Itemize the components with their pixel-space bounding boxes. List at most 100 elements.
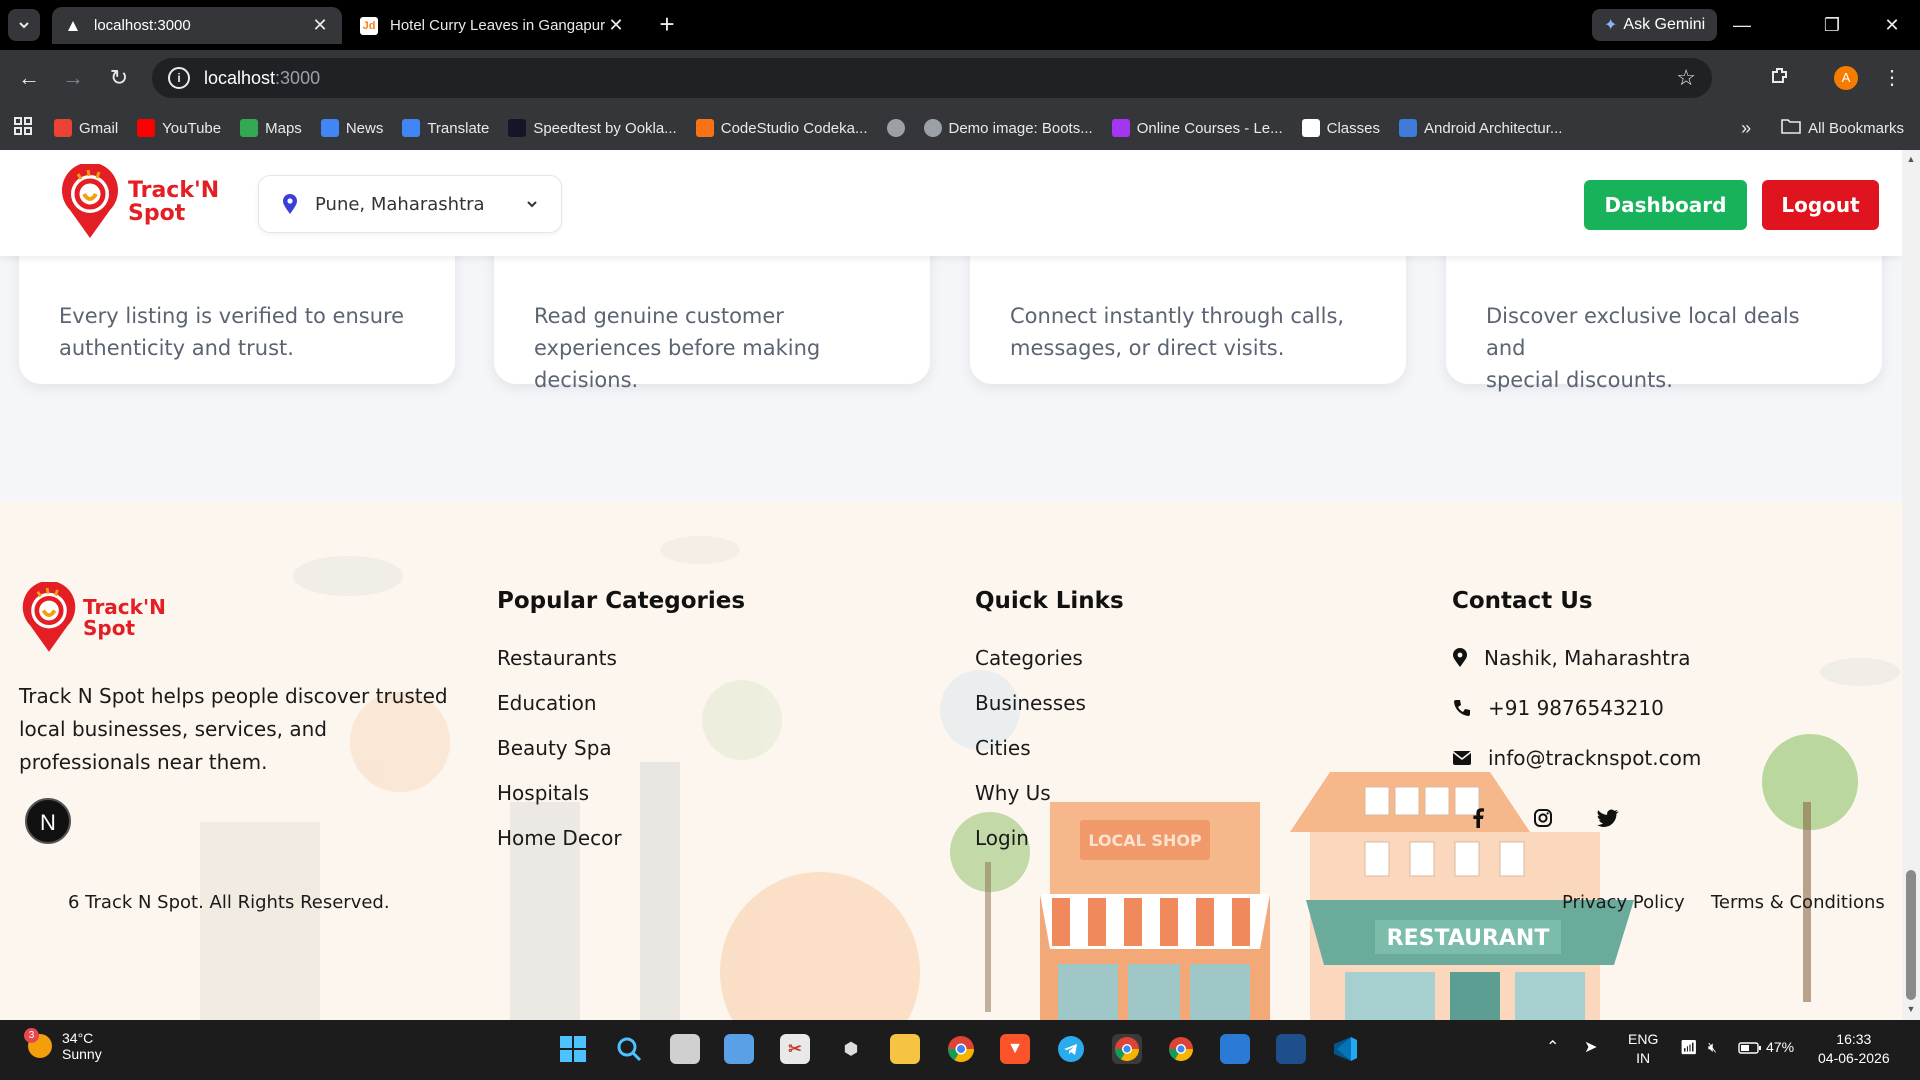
search-icon[interactable] <box>614 1034 644 1064</box>
url-host: localhost <box>204 67 276 88</box>
file-explorer-icon[interactable] <box>890 1034 920 1064</box>
bookmark-item[interactable]: News <box>320 119 383 137</box>
android-icon <box>1399 119 1417 137</box>
bookmark-item[interactable]: Online Courses - Le... <box>1111 119 1283 137</box>
chrome-icon[interactable] <box>946 1034 976 1064</box>
notepad-icon[interactable] <box>724 1034 754 1064</box>
restore-icon[interactable]: ❐ <box>1812 10 1852 40</box>
bookmark-item[interactable]: Android Architectur... <box>1399 119 1562 137</box>
category-link[interactable]: Education <box>497 691 622 736</box>
category-link[interactable]: Beauty Spa <box>497 736 622 781</box>
brave-icon[interactable]: ▼ <box>1000 1034 1030 1064</box>
page-scrollbar[interactable]: ▲ ▼ <box>1902 150 1920 1020</box>
vscode-icon[interactable] <box>1330 1034 1360 1064</box>
close-window-icon[interactable]: ✕ <box>1872 10 1912 40</box>
feature-text: messages, or direct visits. <box>1010 336 1285 360</box>
site-info-icon[interactable]: i <box>168 67 190 89</box>
next-dev-badge[interactable]: N <box>25 798 71 844</box>
category-link[interactable]: Restaurants <box>497 646 622 691</box>
location-arrow-icon[interactable]: ➤ <box>1584 1038 1597 1057</box>
url-port: :3000 <box>275 67 321 88</box>
snipping-tool-icon[interactable]: ✂ <box>780 1034 810 1064</box>
location-selector[interactable]: Pune, Maharashtra <box>258 175 562 233</box>
quick-link[interactable]: Login <box>975 826 1086 871</box>
logo-pin-icon <box>22 582 76 652</box>
category-link[interactable]: Hospitals <box>497 781 622 826</box>
profile-avatar[interactable]: A <box>1834 66 1858 90</box>
back-arrow-icon[interactable]: ← <box>14 64 44 94</box>
weather-widget[interactable]: 3 34°C Sunny <box>24 1028 102 1062</box>
new-tab-button[interactable]: + <box>652 10 682 40</box>
all-bookmarks-button[interactable]: All Bookmarks <box>1781 118 1904 138</box>
quick-link[interactable]: Why Us <box>975 781 1086 826</box>
scroll-down-arrow-icon[interactable]: ▼ <box>1906 1004 1916 1014</box>
ask-gemini-button[interactable]: ✦ Ask Gemini <box>1592 9 1718 41</box>
task-view-icon[interactable] <box>670 1034 700 1064</box>
forward-arrow-icon[interactable]: → <box>58 64 88 94</box>
footer-logo[interactable]: Track'N Spot <box>19 582 166 654</box>
scrollbar-thumb[interactable] <box>1906 870 1916 1000</box>
app-blue-icon[interactable] <box>1220 1034 1250 1064</box>
weather-text: Sunny <box>62 1046 102 1062</box>
clock[interactable]: 16:33 04-06-2026 <box>1818 1030 1890 1068</box>
quick-link[interactable]: Cities <box>975 736 1086 781</box>
tab-localhost[interactable]: localhost:3000 ✕ <box>52 7 342 44</box>
facebook-icon[interactable] <box>1466 806 1490 830</box>
windows-start-icon[interactable] <box>558 1034 588 1064</box>
quick-link[interactable]: Categories <box>975 646 1086 691</box>
reload-icon[interactable]: ↻ <box>104 64 134 94</box>
ask-gemini-label: Ask Gemini <box>1623 16 1706 33</box>
chevron-double-right-icon[interactable]: » <box>1741 118 1751 139</box>
close-icon[interactable]: ✕ <box>310 15 330 36</box>
categories-heading: Popular Categories <box>497 588 746 614</box>
bookmark-item[interactable]: Speedtest by Ookla... <box>508 119 677 137</box>
telegram-icon[interactable] <box>1056 1034 1086 1064</box>
dashboard-button[interactable]: Dashboard <box>1584 180 1747 230</box>
extensions-puzzle-icon[interactable] <box>1766 65 1794 93</box>
twitter-icon[interactable] <box>1596 806 1620 830</box>
tab-search-button[interactable] <box>8 9 40 41</box>
bookmark-item[interactable]: Classes <box>1301 119 1380 137</box>
bookmark-label: CodeStudio Codeka... <box>720 119 868 137</box>
bookmark-item[interactable]: YouTube <box>137 119 221 137</box>
app-hex-icon[interactable]: ⬢ <box>836 1034 866 1064</box>
mysql-workbench-icon[interactable] <box>1276 1034 1306 1064</box>
bookmark-item[interactable]: Translate <box>402 119 489 137</box>
address-bar[interactable]: i localhost :3000 ☆ <box>152 58 1712 98</box>
bookmark-item[interactable]: CodeStudio Codeka... <box>695 119 868 137</box>
shop-sign-text: LOCAL SHOP <box>1088 831 1202 850</box>
contact-email[interactable]: info@tracknspot.com <box>1452 746 1701 770</box>
close-icon[interactable]: ✕ <box>606 15 626 36</box>
tab-hotel[interactable]: Jd Hotel Curry Leaves in Gangapur ✕ <box>348 7 638 44</box>
bookmark-star-icon[interactable]: ☆ <box>1676 65 1696 91</box>
copyright-text: 6 Track N Spot. All Rights Reserved. <box>68 892 390 913</box>
wifi-icon[interactable]: 📶︎ <box>1680 1038 1698 1057</box>
bookmark-item[interactable]: Demo image: Boots... <box>923 119 1093 137</box>
bookmark-item[interactable]: Gmail <box>54 119 118 137</box>
temperature-text: 34°C <box>62 1030 94 1046</box>
site-header: Track'N Spot Pune, Maharashtra Dashboard… <box>0 150 1902 256</box>
category-link[interactable]: Home Decor <box>497 826 622 871</box>
quick-link[interactable]: Businesses <box>975 691 1086 736</box>
instagram-icon[interactable] <box>1531 806 1555 830</box>
language-indicator[interactable]: ENG IN <box>1628 1030 1658 1068</box>
bookmark-item[interactable]: Maps <box>240 119 302 137</box>
apps-grid-icon[interactable] <box>14 117 32 139</box>
lang-top: ENG <box>1628 1031 1659 1047</box>
minimize-icon[interactable]: — <box>1722 10 1762 40</box>
tray-chevron-up-icon[interactable]: ⌃ <box>1546 1038 1559 1057</box>
terms-link[interactable]: Terms & Conditions <box>1711 892 1885 913</box>
page-viewport: Every listing is verified to ensure auth… <box>0 150 1902 1020</box>
logo-line-2: Spot <box>83 616 136 640</box>
volume-muted-icon[interactable]: 🔇︎ <box>1708 1038 1717 1057</box>
logout-button[interactable]: Logout <box>1762 180 1879 230</box>
battery-indicator[interactable]: 47% <box>1738 1038 1794 1057</box>
chrome-profile-j-icon[interactable] <box>1166 1034 1196 1064</box>
site-logo[interactable]: Track'N Spot <box>58 164 219 240</box>
chrome-profile-a-icon[interactable] <box>1112 1034 1142 1064</box>
more-vertical-icon[interactable]: ⋮ <box>1878 65 1906 93</box>
privacy-policy-link[interactable]: Privacy Policy <box>1562 892 1685 913</box>
contact-phone[interactable]: +91 9876543210 <box>1452 696 1664 720</box>
bookmark-item[interactable] <box>886 119 905 137</box>
scroll-up-arrow-icon[interactable]: ▲ <box>1906 154 1916 164</box>
